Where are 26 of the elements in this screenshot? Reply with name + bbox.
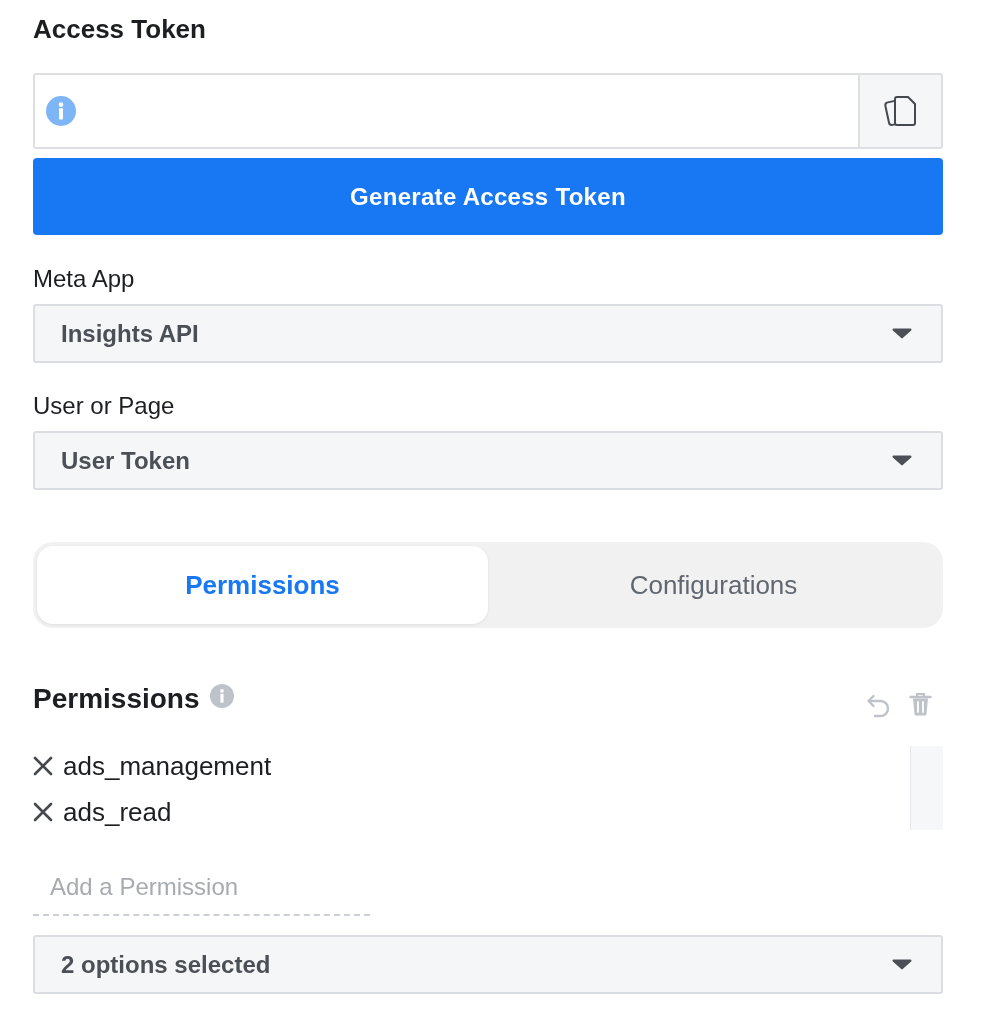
section-title: Permissions bbox=[33, 683, 200, 715]
token-field[interactable] bbox=[33, 73, 858, 149]
caret-icon bbox=[892, 455, 912, 466]
caret-icon bbox=[892, 328, 912, 339]
app-dropdown[interactable]: Insights API bbox=[33, 304, 943, 363]
copy-icon bbox=[882, 93, 919, 129]
copy-button[interactable] bbox=[858, 73, 943, 149]
info-icon bbox=[46, 96, 76, 126]
field-label: Meta App bbox=[33, 265, 135, 293]
tab[interactable]: Permissions bbox=[37, 546, 488, 624]
permission-name: ads_read bbox=[63, 797, 172, 827]
token-type-dropdown[interactable]: User Token bbox=[33, 431, 943, 490]
caret-icon bbox=[892, 959, 912, 970]
permission-name: ads_management bbox=[63, 751, 272, 781]
info-icon bbox=[209, 684, 234, 708]
permission-input[interactable]: Add a Permission bbox=[33, 862, 370, 916]
close-icon[interactable] bbox=[33, 756, 53, 776]
generate-button[interactable]: Generate Access Token bbox=[33, 158, 943, 235]
tab[interactable]: Configurations bbox=[488, 546, 939, 624]
trash-icon[interactable] bbox=[909, 692, 932, 716]
field-label: User or Page bbox=[33, 392, 175, 420]
undo-icon[interactable] bbox=[865, 692, 891, 718]
permissions-dropdown[interactable]: 2 options selected bbox=[33, 935, 943, 994]
scrollbar[interactable] bbox=[910, 746, 943, 830]
section-title: Access Token bbox=[33, 14, 206, 44]
close-icon[interactable] bbox=[33, 802, 53, 822]
